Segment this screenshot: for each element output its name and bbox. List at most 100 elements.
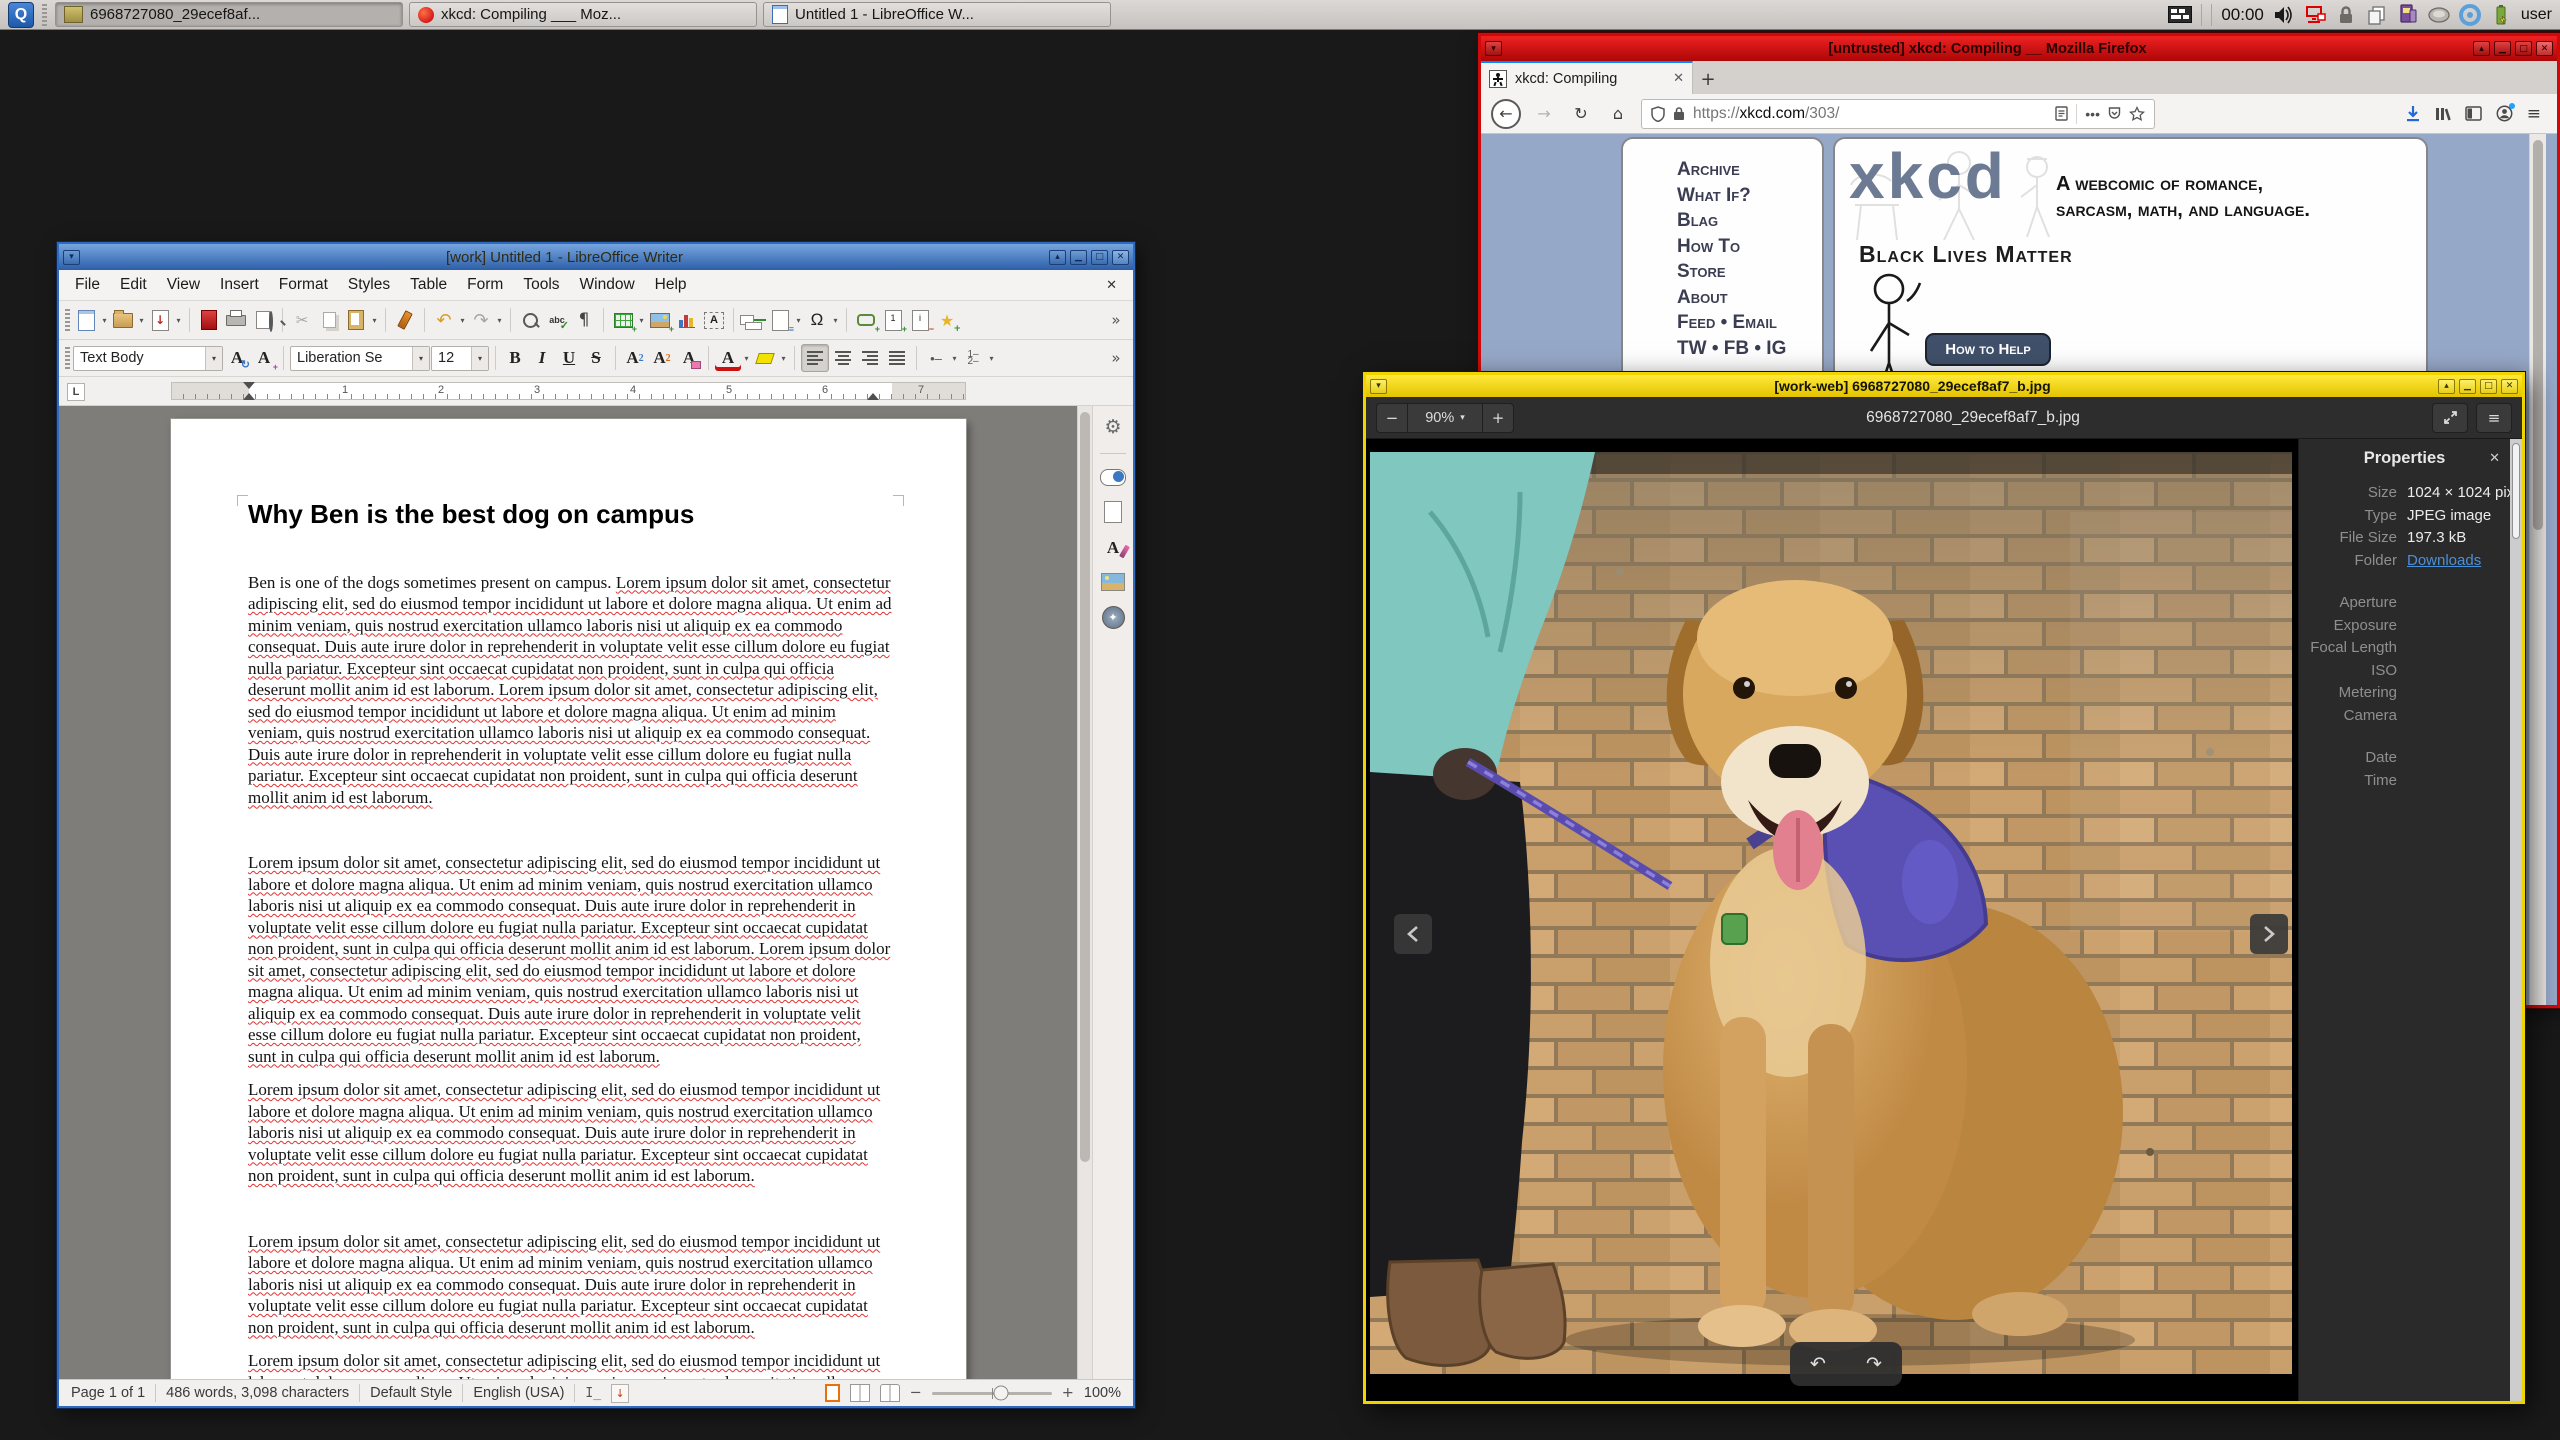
sidebar-styles-icon[interactable]: A bbox=[1107, 538, 1119, 558]
zoom-level-dropdown[interactable]: 90% ▾ bbox=[1408, 402, 1482, 433]
menu-window[interactable]: Window bbox=[570, 273, 645, 297]
hyperlink-icon[interactable]: + bbox=[853, 307, 880, 334]
menu-form[interactable]: Form bbox=[457, 273, 513, 297]
keyboard-layout-icon[interactable] bbox=[2168, 6, 2193, 23]
align-center-icon[interactable] bbox=[830, 345, 856, 371]
downloads-icon[interactable] bbox=[2405, 105, 2421, 123]
panel-scrollbar[interactable] bbox=[2510, 439, 2522, 1401]
firefox-titlebar[interactable]: ▾ [untrusted] xkcd: Compiling __ Mozilla… bbox=[1481, 36, 2557, 61]
field-dropdown-icon[interactable]: ▾ bbox=[794, 308, 803, 332]
paste-dropdown-icon[interactable]: ▾ bbox=[370, 308, 379, 332]
special-character-icon[interactable]: Ω bbox=[804, 307, 830, 333]
close-document-button[interactable]: ✕ bbox=[1106, 277, 1127, 293]
tracking-shield-icon[interactable] bbox=[1651, 105, 1665, 122]
undo-dropdown-icon[interactable]: ▾ bbox=[458, 308, 467, 332]
subscript-icon[interactable]: A2 bbox=[649, 345, 675, 371]
taskbar-window-writer[interactable]: Untitled 1 - LibreOffice W... bbox=[763, 2, 1111, 27]
multi-page-view-icon[interactable] bbox=[849, 1384, 870, 1402]
insert-table-icon[interactable]: + bbox=[610, 307, 637, 334]
bookmark-star-icon[interactable] bbox=[2129, 105, 2145, 122]
home-button[interactable]: ⌂ bbox=[1604, 100, 1632, 128]
toolbar-overflow-icon[interactable]: » bbox=[1103, 307, 1129, 333]
bold-icon[interactable]: B bbox=[502, 345, 528, 371]
taskbar-window-firefox[interactable]: xkcd: Compiling ___ Moz... bbox=[409, 2, 757, 27]
formatting-marks-icon[interactable]: ¶ bbox=[571, 307, 597, 333]
redo-dropdown-icon[interactable]: ▾ bbox=[495, 308, 504, 332]
clear-formatting-icon[interactable]: A bbox=[676, 345, 702, 371]
qubes-network-icon[interactable] bbox=[2304, 4, 2326, 26]
align-right-icon[interactable] bbox=[857, 345, 883, 371]
footnote-icon[interactable]: 1 + bbox=[880, 307, 907, 334]
library-icon[interactable] bbox=[2435, 106, 2451, 122]
xkcd-link-whatif[interactable]: What If? bbox=[1677, 183, 1822, 209]
open-dropdown-icon[interactable]: ▾ bbox=[137, 308, 146, 332]
scrollbar-thumb[interactable] bbox=[1080, 412, 1090, 1162]
font-color-dropdown-icon[interactable]: ▾ bbox=[742, 346, 751, 370]
xkcd-link-feed-email[interactable]: Feed • Email bbox=[1677, 310, 1822, 336]
menu-styles[interactable]: Styles bbox=[338, 273, 400, 297]
new-style-icon[interactable]: A + bbox=[251, 345, 278, 372]
insert-chart-icon[interactable] bbox=[674, 307, 700, 333]
disk-space-icon[interactable] bbox=[2428, 4, 2450, 26]
book-view-icon[interactable] bbox=[879, 1384, 900, 1402]
menu-format[interactable]: Format bbox=[269, 273, 338, 297]
xkcd-link-social[interactable]: TW • FB • IG bbox=[1677, 336, 1822, 362]
viewer-titlebar[interactable]: ▾ [work-web] 6968727080_29ecef8af7_b.jpg… bbox=[1366, 375, 2522, 397]
properties-close-icon[interactable]: ✕ bbox=[2482, 451, 2500, 466]
page-scrollbar[interactable] bbox=[2529, 134, 2546, 1005]
close-button[interactable]: ✕ bbox=[2536, 41, 2553, 56]
how-to-help-button[interactable]: How to Help bbox=[1925, 333, 2051, 366]
menu-view[interactable]: View bbox=[157, 273, 210, 297]
window-menu-icon[interactable]: ▾ bbox=[1485, 41, 1502, 56]
close-button[interactable]: ✕ bbox=[1112, 249, 1129, 265]
minimize-button[interactable]: ▁ bbox=[2494, 41, 2511, 56]
pocket-icon[interactable] bbox=[2108, 106, 2121, 121]
status-language[interactable]: English (USA) bbox=[473, 1385, 564, 1401]
copy-icon[interactable] bbox=[316, 307, 342, 333]
xkcd-link-about[interactable]: About bbox=[1677, 285, 1822, 311]
zoom-in-button[interactable]: + bbox=[1482, 402, 1514, 433]
menu-table[interactable]: Table bbox=[400, 273, 457, 297]
tab-close-icon[interactable]: ✕ bbox=[1673, 71, 1684, 86]
url-bar[interactable]: https://xkcd.com/303/ ••• bbox=[1641, 98, 2155, 129]
minimize-button[interactable]: ▁ bbox=[1070, 249, 1087, 265]
previous-image-button[interactable] bbox=[1394, 914, 1432, 954]
paste-icon[interactable] bbox=[343, 307, 369, 333]
status-wordcount[interactable]: 486 words, 3,098 characters bbox=[166, 1385, 349, 1401]
endnote-icon[interactable]: i − bbox=[907, 307, 934, 334]
tab-stop-selector[interactable]: L bbox=[67, 383, 85, 401]
undo-icon[interactable]: ↶ bbox=[431, 307, 457, 333]
status-zoom[interactable]: 100% bbox=[1084, 1385, 1121, 1401]
cut-icon[interactable]: ✂ bbox=[289, 307, 315, 333]
tab-xkcd[interactable]: xkcd: Compiling ✕ bbox=[1481, 61, 1693, 94]
app-menu-button[interactable]: Q bbox=[8, 1, 34, 28]
print-icon[interactable] bbox=[223, 307, 249, 333]
qubes-devices-icon[interactable] bbox=[2397, 3, 2419, 26]
bullet-dropdown-icon[interactable]: ▾ bbox=[950, 346, 959, 370]
new-tab-button[interactable]: + bbox=[1693, 64, 1723, 94]
xkcd-link-archive[interactable]: Archive bbox=[1677, 157, 1822, 183]
document-area[interactable]: Why Ben is the best dog on campus Ben is… bbox=[59, 406, 1077, 1379]
paragraph-style-combo[interactable]: Text Body ▾ bbox=[73, 345, 223, 371]
toolbar-grip[interactable] bbox=[65, 347, 70, 369]
app-menu-icon[interactable]: ≡ bbox=[2476, 402, 2512, 433]
window-menu-icon[interactable]: ▾ bbox=[1370, 378, 1387, 394]
shade-button[interactable]: ▴ bbox=[2473, 41, 2490, 56]
dog-photo[interactable] bbox=[1370, 452, 2292, 1374]
maximize-button[interactable]: □ bbox=[2480, 378, 2497, 394]
new-document-icon[interactable] bbox=[73, 307, 99, 333]
save-dropdown-icon[interactable]: ▾ bbox=[174, 308, 183, 332]
export-pdf-icon[interactable] bbox=[196, 307, 222, 333]
back-button[interactable]: ← bbox=[1491, 98, 1521, 129]
highlight-color-icon[interactable] bbox=[752, 345, 778, 371]
sidebar-settings-icon[interactable]: ⚙ bbox=[1104, 416, 1121, 438]
find-replace-icon[interactable] bbox=[517, 307, 543, 333]
xkcd-link-howto[interactable]: How To bbox=[1677, 234, 1822, 260]
print-preview-icon[interactable] bbox=[250, 307, 276, 333]
menu-help[interactable]: Help bbox=[645, 273, 697, 297]
font-size-combo[interactable]: 12 ▾ bbox=[431, 345, 489, 371]
shade-button[interactable]: ▴ bbox=[2438, 378, 2455, 394]
scrollbar-thumb[interactable] bbox=[2512, 443, 2520, 539]
strikethrough-icon[interactable]: S bbox=[583, 345, 609, 371]
taskbar-window-image[interactable]: 6968727080_29ecef8af... bbox=[55, 2, 403, 27]
